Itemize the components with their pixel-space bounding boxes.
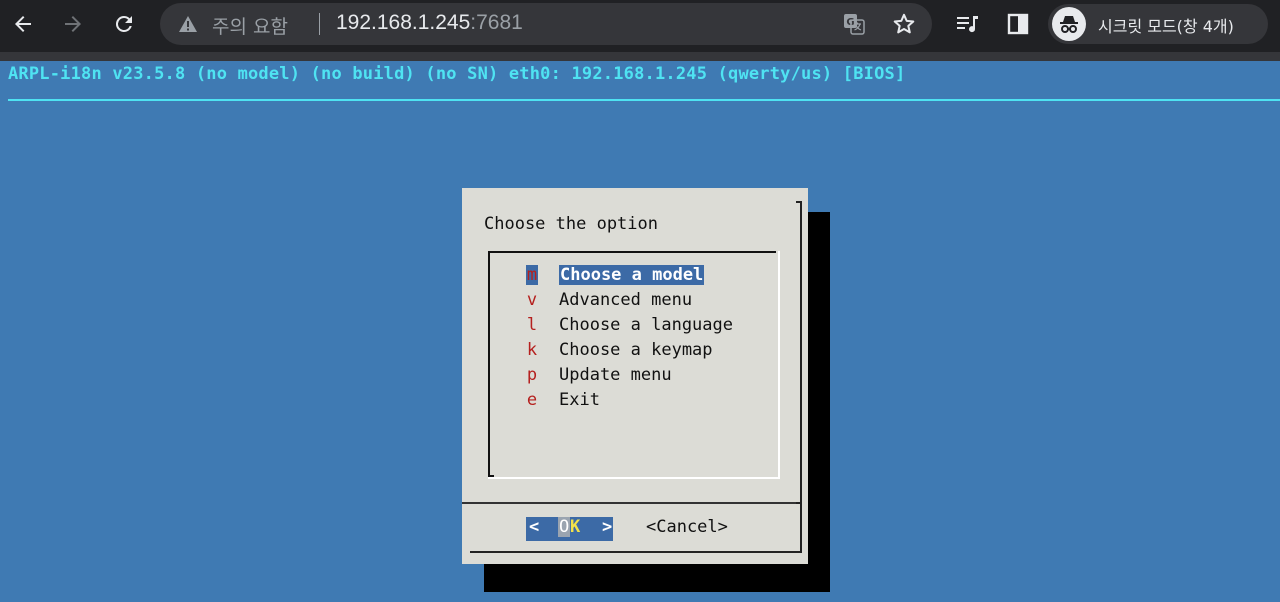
hotkey: m [526, 265, 538, 285]
dialog-prompt: Choose the option [484, 214, 658, 234]
dialog-frame [800, 201, 802, 503]
url-text[interactable]: 192.168.1.245:7681 [336, 11, 523, 35]
menu-item-advanced-menu[interactable]: v Advanced menu [526, 290, 692, 312]
menu-item-choose-model[interactable]: m Choose a model [526, 265, 705, 287]
frame-bottom [488, 477, 780, 479]
reload-icon [115, 15, 132, 32]
back-icon [15, 16, 31, 32]
divider [319, 13, 320, 35]
cancel-button[interactable]: <Cancel> [646, 517, 728, 537]
profile-label: 시크릿 모드(창 4개) [1098, 17, 1234, 36]
hotkey: k [526, 340, 538, 360]
frame-left [488, 251, 490, 477]
warning-icon [179, 16, 197, 32]
translate-icon[interactable]: G [842, 12, 866, 36]
incognito-icon [1060, 16, 1078, 33]
dialog-frame-corner [796, 201, 802, 203]
reload-button[interactable] [108, 8, 140, 40]
hotkey: l [526, 315, 538, 335]
reading-list-icon[interactable] [955, 12, 979, 36]
forward-button[interactable] [57, 8, 89, 40]
browser-toolbar: 주의 요함 192.168.1.245:7681 G 시크릿 모드(창 4개) [0, 0, 1280, 52]
menu-item-exit[interactable]: e Exit [526, 390, 600, 412]
side-panel-icon[interactable] [1006, 12, 1030, 36]
menu-item-label: Advanced menu [559, 290, 693, 310]
address-bar[interactable]: 주의 요함 192.168.1.245:7681 G [160, 3, 932, 45]
menu-item-label: Choose a model [559, 265, 705, 285]
frame-right [778, 251, 780, 479]
title-rule [8, 99, 1280, 101]
button-separator [462, 502, 802, 504]
ok-button[interactable]: < O K > [526, 517, 613, 541]
toolbar-divider [0, 52, 1280, 61]
frame-top [488, 251, 776, 253]
terminal-title: ARPL-i18n v23.5.8 (no model) (no build) … [8, 64, 906, 84]
menu-item-label: Choose a language [559, 315, 733, 335]
dialog-right-border [800, 502, 802, 553]
menu-item-choose-language[interactable]: l Choose a language [526, 315, 733, 337]
dialog-bottom-border [470, 551, 802, 553]
forward-icon [65, 16, 81, 32]
hotkey: p [526, 365, 538, 385]
hotkey: v [526, 290, 538, 310]
security-label[interactable]: 주의 요함 [212, 12, 288, 39]
back-button[interactable] [7, 8, 39, 40]
incognito-profile-button[interactable]: 시크릿 모드(창 4개) [1048, 4, 1268, 44]
star-icon[interactable] [892, 12, 916, 36]
hotkey: e [526, 390, 538, 410]
menu-item-label: Choose a keymap [559, 340, 713, 360]
menu-item-label: Exit [559, 390, 600, 410]
menu-item-label: Update menu [559, 365, 672, 385]
incognito-avatar [1052, 7, 1086, 41]
menu-item-update-menu[interactable]: p Update menu [526, 365, 672, 387]
frame-corner [488, 475, 494, 477]
menu-item-choose-keymap[interactable]: k Choose a keymap [526, 340, 713, 362]
